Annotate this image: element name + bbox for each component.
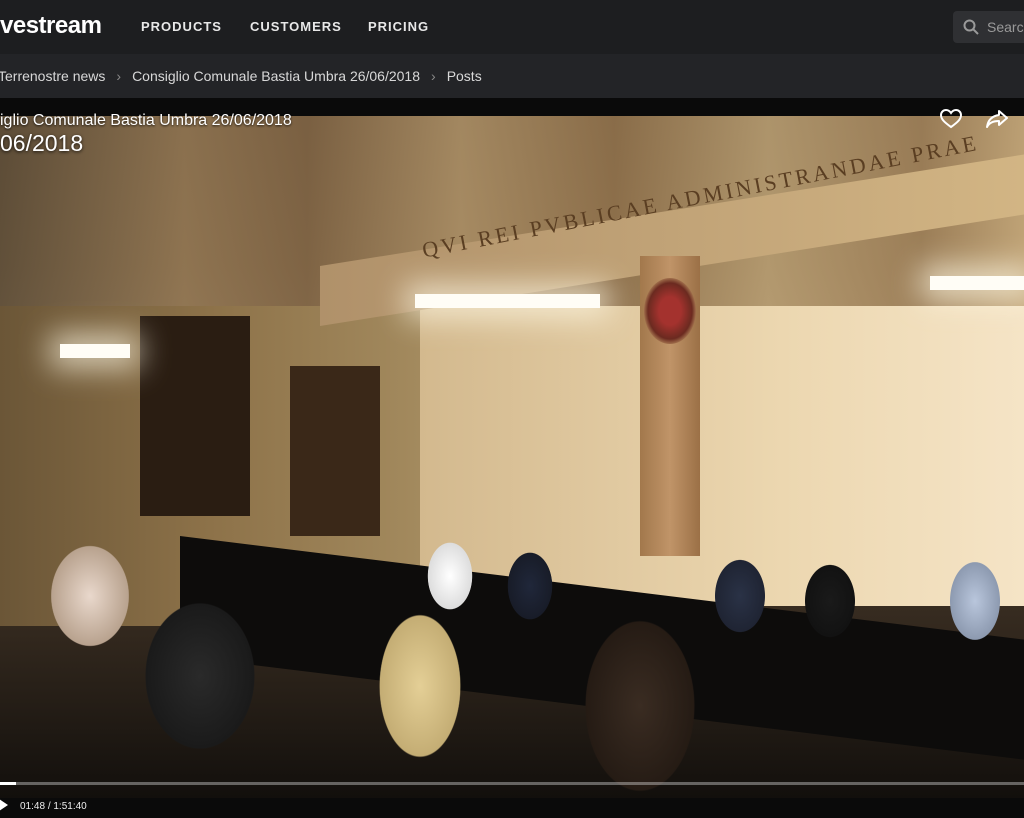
audience-and-council (0, 476, 1024, 798)
video-frame[interactable]: QVI REI PVBLICAE ADMINISTRANDAE PRAE (0, 116, 1024, 798)
breadcrumb: Terrenostre news › Consiglio Comunale Ba… (0, 54, 1024, 98)
progress-fill (0, 782, 17, 785)
duration: 1:51:40 (53, 801, 87, 812)
nav-pricing[interactable]: PRICING (368, 19, 429, 34)
breadcrumb-event[interactable]: Consiglio Comunale Bastia Umbra 26/06/20… (132, 68, 420, 84)
heart-icon[interactable] (938, 106, 964, 132)
breadcrumb-posts[interactable]: Posts (447, 68, 482, 84)
search-box[interactable]: Searc (953, 11, 1024, 43)
current-time: 01:48 (20, 801, 46, 812)
chevron-right-icon: › (431, 68, 436, 84)
video-title: iglio Comunale Bastia Umbra 26/06/2018 (0, 112, 292, 129)
video-player[interactable]: QVI REI PVBLICAE ADMINISTRANDAE PRAE igl… (0, 98, 1024, 818)
share-icon[interactable] (984, 106, 1010, 132)
progress-bar[interactable] (0, 782, 1024, 785)
wall-lamp (60, 344, 130, 358)
chevron-right-icon: › (116, 68, 122, 84)
breadcrumb-channel[interactable]: Terrenostre news (0, 68, 105, 84)
search-icon (963, 19, 979, 35)
time-display: 01:48 / 1:51:40 (20, 801, 87, 812)
top-navigation: vestream PRODUCTS CUSTOMERS PRICING Sear… (0, 0, 1024, 54)
search-input[interactable]: Searc (987, 19, 1024, 35)
nav-customers[interactable]: CUSTOMERS (250, 19, 342, 34)
video-date: 06/2018 (0, 130, 84, 156)
play-icon[interactable] (0, 797, 8, 813)
wall-lamp (415, 294, 600, 308)
wall-lamp (930, 276, 1024, 290)
logo[interactable]: vestream (0, 12, 102, 40)
nav-products[interactable]: PRODUCTS (141, 19, 222, 34)
emblem (644, 278, 696, 344)
